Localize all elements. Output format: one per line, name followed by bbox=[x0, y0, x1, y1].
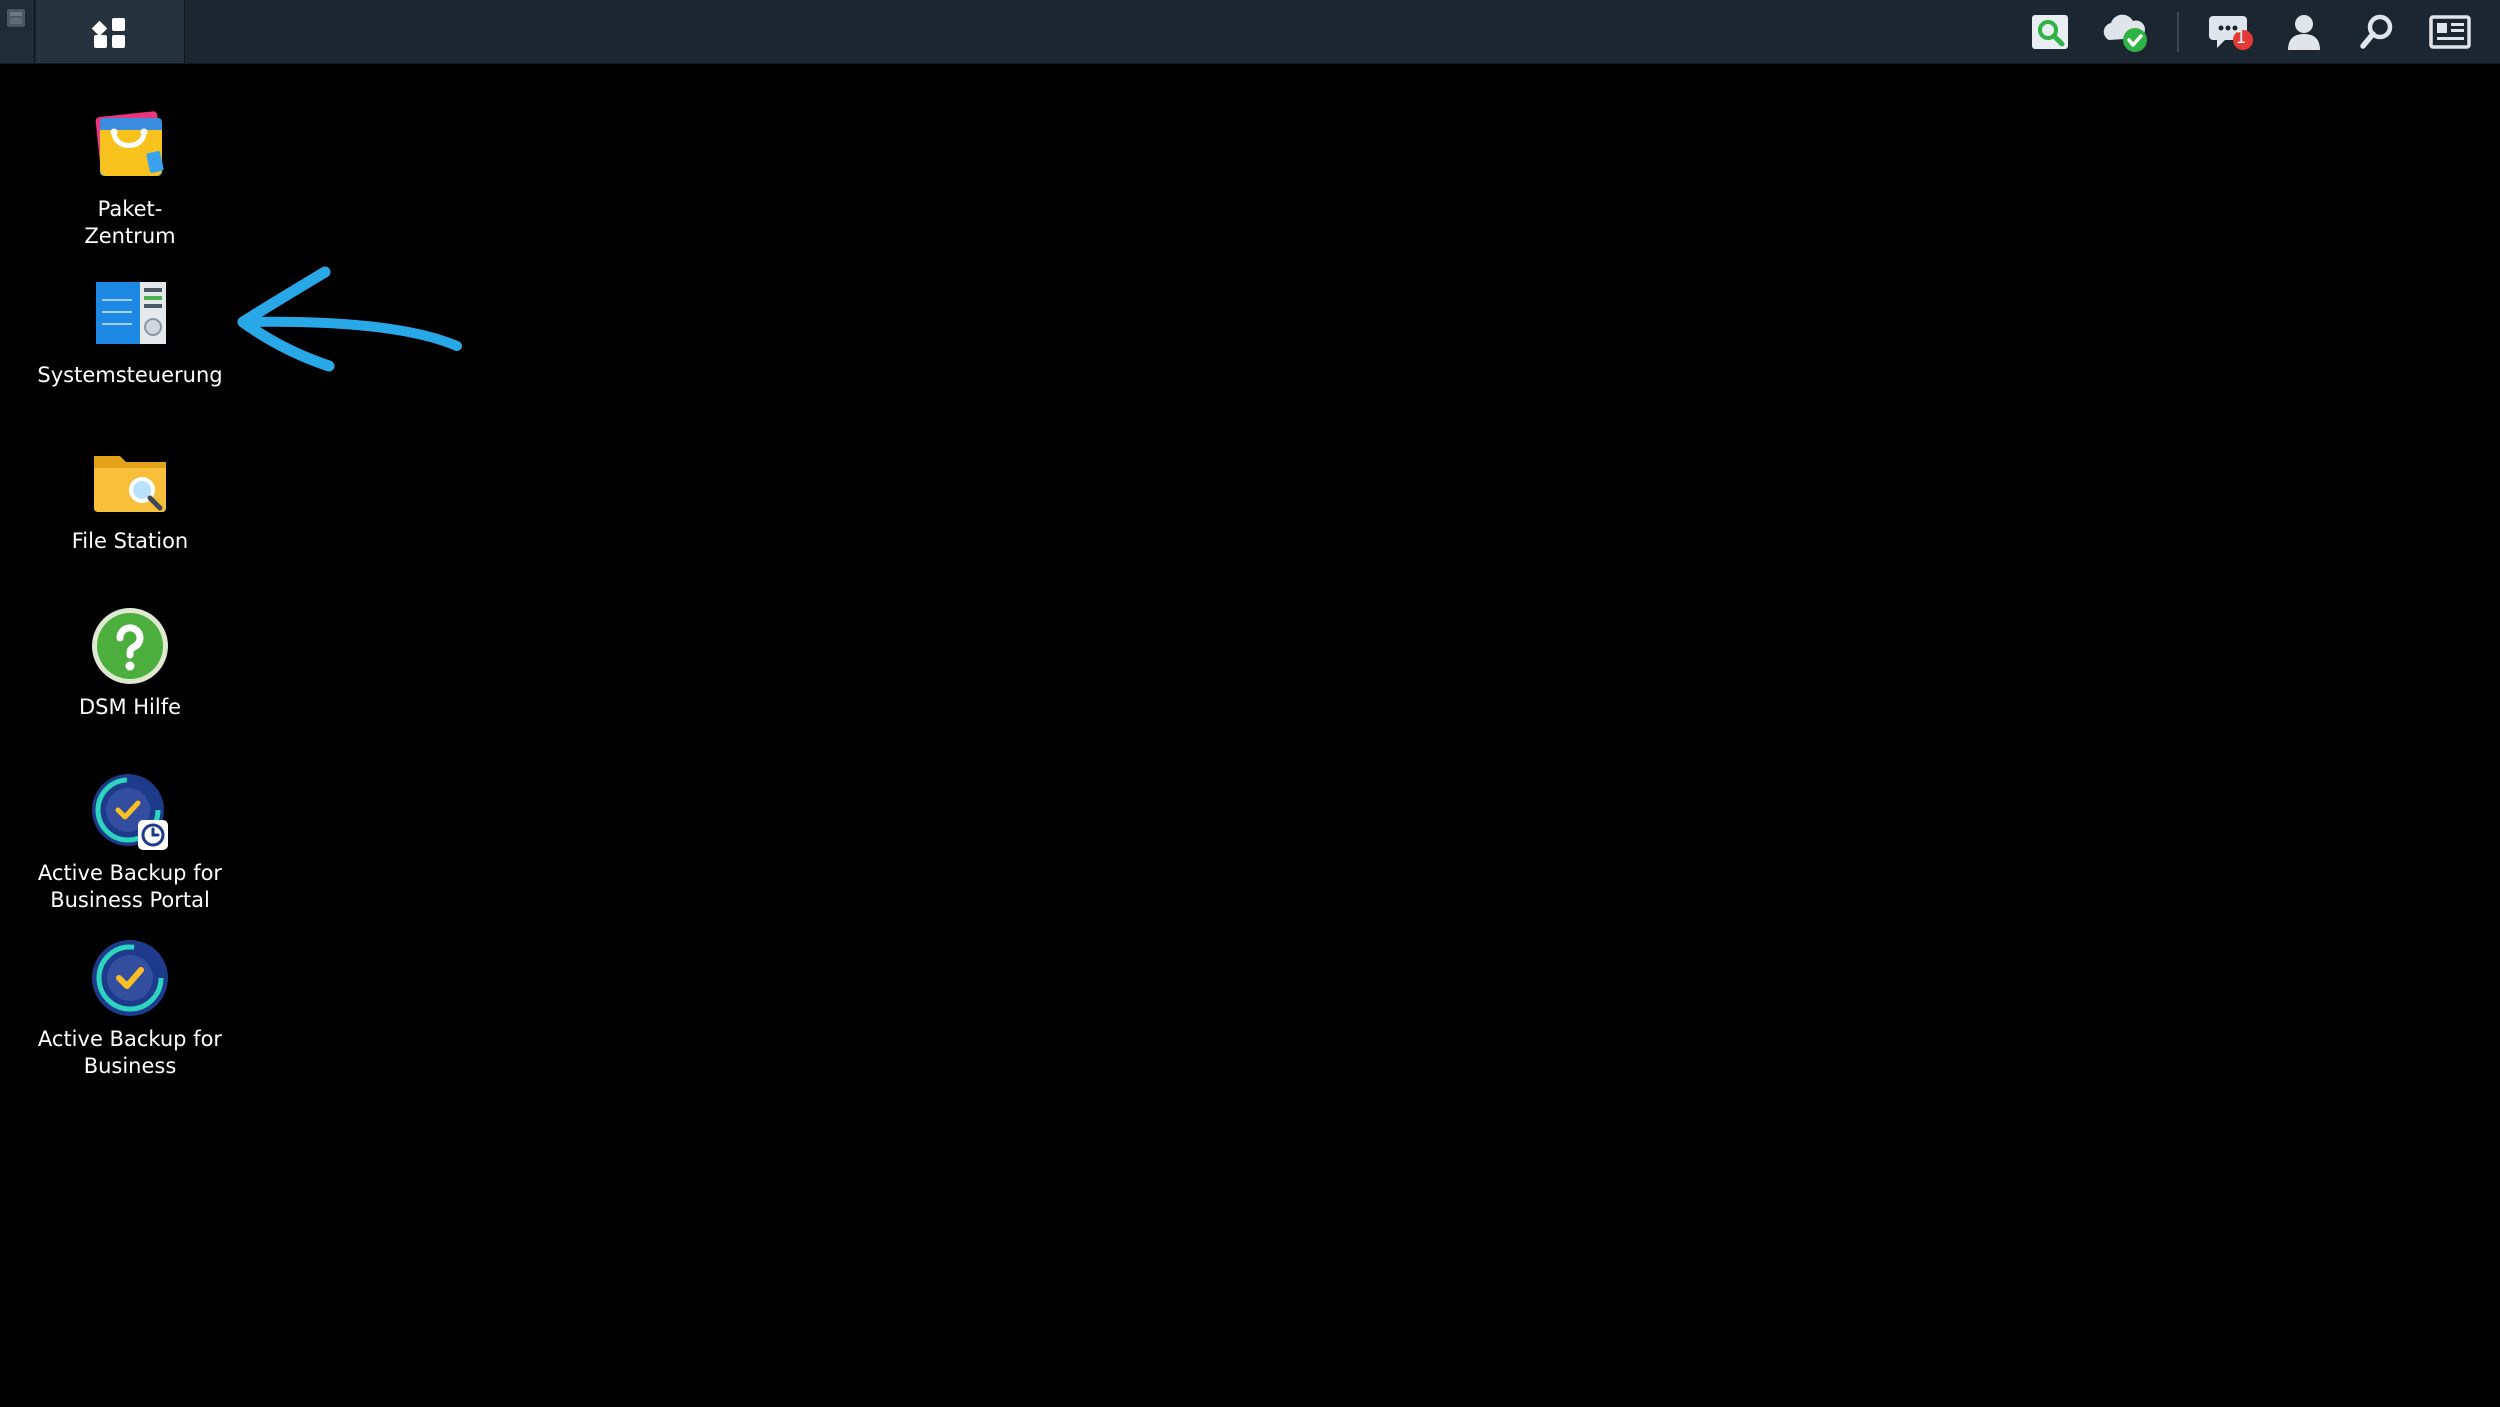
show-desktop-button[interactable] bbox=[0, 0, 35, 63]
user-menu-button[interactable] bbox=[2275, 0, 2333, 63]
widgets-icon bbox=[2429, 14, 2471, 49]
shortcut-label: DSM Hilfe bbox=[78, 695, 182, 719]
resource-monitor-icon bbox=[2032, 14, 2068, 49]
control-panel-icon bbox=[96, 282, 166, 344]
desktop-shortcut-dsm-help[interactable]: DSM Hilfe bbox=[30, 604, 230, 721]
shortcut-label: Active Backup for Business bbox=[37, 1027, 223, 1078]
active-backup-icon bbox=[92, 940, 168, 1016]
desktop-shortcut-control-panel[interactable]: Systemsteuerung bbox=[30, 272, 230, 389]
package-center-icon bbox=[95, 111, 164, 176]
widgets-button[interactable] bbox=[2421, 0, 2479, 63]
desktop-shortcut-active-backup[interactable]: Active Backup for Business bbox=[30, 936, 230, 1080]
shortcut-label: File Station bbox=[71, 529, 189, 553]
shortcut-label: Systemsteuerung bbox=[37, 363, 223, 387]
tray-divider bbox=[2177, 12, 2179, 52]
desktop-shortcut-file-station[interactable]: File Station bbox=[30, 438, 230, 555]
desktop-shortcut-active-backup-portal[interactable]: Active Backup for Business Portal bbox=[30, 770, 230, 914]
main-menu-grid-icon bbox=[91, 17, 125, 48]
user-icon bbox=[2288, 14, 2320, 50]
taskbar: 1 bbox=[0, 0, 2500, 64]
hand-drawn-arrow-icon bbox=[237, 266, 462, 372]
notifications-button[interactable]: 1 bbox=[2202, 0, 2260, 63]
resource-monitor-button[interactable] bbox=[2021, 0, 2079, 63]
window-thumbnail-icon bbox=[7, 9, 25, 27]
active-backup-portal-icon bbox=[92, 774, 168, 850]
search-icon bbox=[2360, 14, 2393, 49]
shortcut-label: Paket- Zentrum bbox=[84, 197, 176, 248]
desktop-shortcut-package-center[interactable]: Paket- Zentrum bbox=[30, 106, 230, 250]
cloud-sync-status-icon bbox=[2103, 14, 2147, 52]
main-menu-button[interactable] bbox=[36, 0, 185, 63]
cloud-sync-button[interactable] bbox=[2095, 0, 2153, 63]
dsm-help-icon bbox=[92, 608, 168, 684]
shortcut-label: Active Backup for Business Portal bbox=[37, 861, 223, 912]
file-station-icon bbox=[94, 456, 166, 512]
search-button[interactable] bbox=[2348, 0, 2406, 63]
notification-badge: 1 bbox=[2235, 28, 2247, 48]
